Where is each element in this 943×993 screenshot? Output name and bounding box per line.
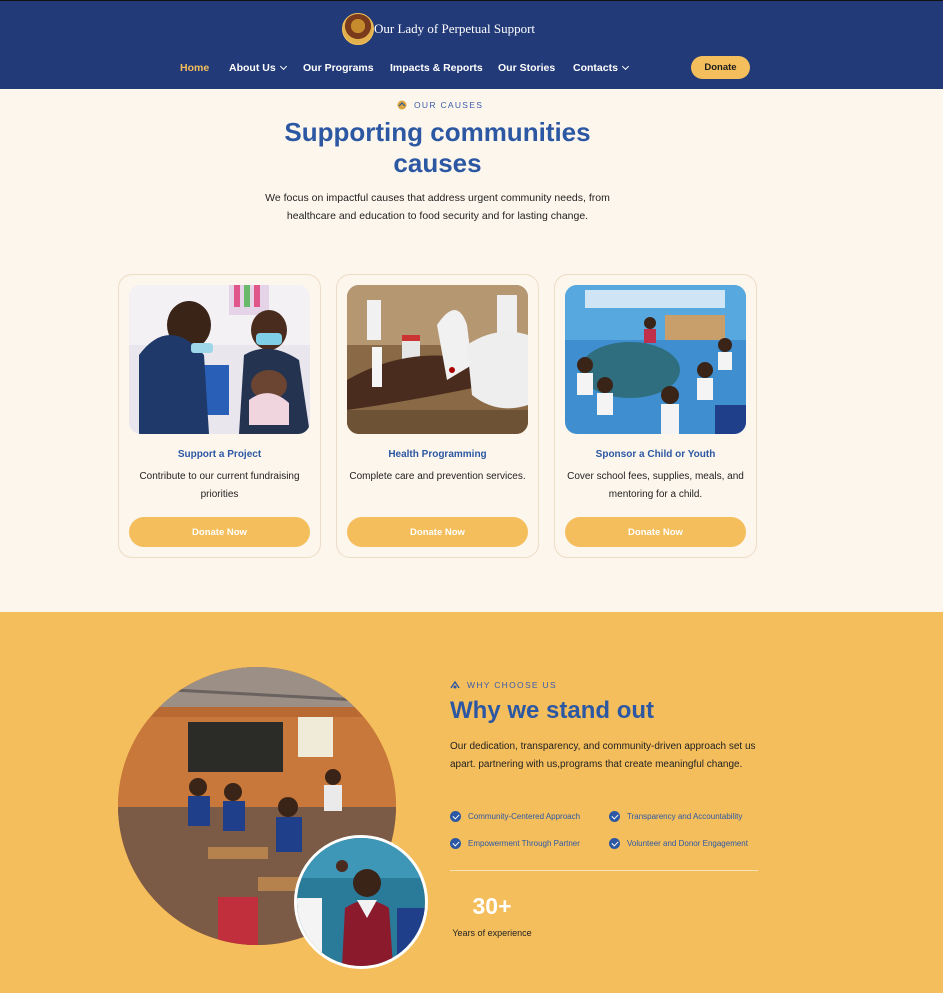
- girl-photo-small: [294, 835, 428, 969]
- causes-eyebrow: OUR CAUSES: [397, 100, 483, 110]
- chevron-down-icon: [621, 62, 629, 71]
- nav-impacts-reports[interactable]: Impacts & Reports: [390, 62, 483, 74]
- logo-icon: [342, 13, 374, 45]
- check-circle-icon: [450, 838, 461, 849]
- card-title: Health Programming: [388, 449, 487, 460]
- card-description: Cover school fees, supplies, meals, and …: [567, 471, 744, 500]
- nav-home[interactable]: Home: [180, 62, 209, 74]
- cause-card-sponsor-child: Sponsor a Child or Youth Cover school fe…: [554, 274, 757, 558]
- donate-now-button[interactable]: Donate Now: [347, 517, 528, 547]
- causes-description: We focus on impactful causes that addres…: [265, 192, 610, 222]
- nav-about-us[interactable]: About Us: [229, 62, 287, 74]
- card-photo-blood-test: [347, 285, 528, 434]
- card-description: Complete care and prevention services.: [349, 471, 526, 482]
- check-circle-icon: [609, 811, 620, 822]
- stat-value: 30+: [472, 893, 512, 919]
- feature-item: Empowerment Through Partner: [450, 838, 580, 849]
- nav-contacts[interactable]: Contacts: [573, 62, 629, 74]
- hands-icon: [397, 100, 407, 110]
- card-title: Sponsor a Child or Youth: [595, 449, 716, 460]
- feature-item: Transparency and Accountability: [609, 811, 742, 822]
- card-photo-classroom: [565, 285, 746, 434]
- why-description: Our dedication, transparency, and commun…: [450, 741, 756, 770]
- cause-card-health-programming: Health Programming Complete care and pre…: [336, 274, 539, 558]
- feature-item: Volunteer and Donor Engagement: [609, 838, 748, 849]
- hands-icon: [450, 680, 460, 689]
- check-circle-icon: [609, 838, 620, 849]
- check-circle-icon: [450, 811, 461, 822]
- donate-button[interactable]: Donate: [691, 56, 750, 79]
- cause-card-support-project: Support a Project Contribute to our curr…: [118, 274, 321, 558]
- brand-name: Our Lady of Perpetual Support: [374, 21, 536, 36]
- chevron-down-icon: [279, 62, 287, 71]
- why-title: Why we stand out: [450, 697, 654, 724]
- nav-our-programs[interactable]: Our Programs: [303, 62, 374, 74]
- main-nav: Home About Us Our Programs Impacts & Rep…: [0, 62, 943, 76]
- brand-link[interactable]: Our Lady of Perpetual Support: [342, 12, 535, 46]
- why-eyebrow: WHY CHOOSE US: [450, 680, 557, 690]
- section-divider: [450, 870, 758, 871]
- card-photo-vaccination: [129, 285, 310, 434]
- nav-our-stories[interactable]: Our Stories: [498, 62, 555, 74]
- donate-now-button[interactable]: Donate Now: [565, 517, 746, 547]
- card-description: Contribute to our current fundraising pr…: [139, 471, 300, 500]
- feature-item: Community-Centered Approach: [450, 811, 580, 822]
- donate-now-button[interactable]: Donate Now: [129, 517, 310, 547]
- stat-label: Years of experience: [452, 928, 532, 938]
- card-title: Support a Project: [177, 449, 262, 460]
- site-header: Our Lady of Perpetual Support Home About…: [0, 0, 943, 89]
- causes-title: Supporting communities causes: [284, 117, 591, 178]
